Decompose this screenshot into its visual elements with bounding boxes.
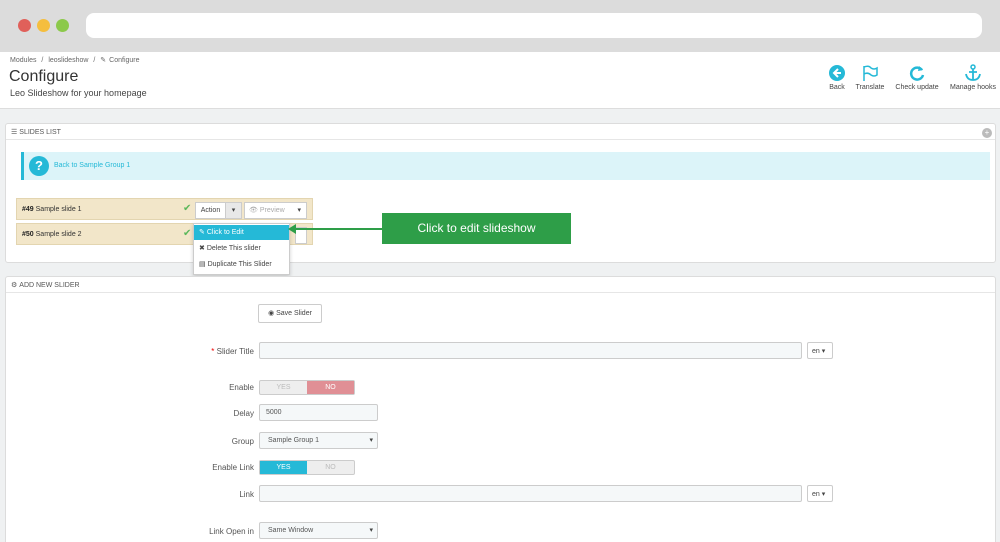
back-button[interactable]: Back [826,64,848,91]
enable-toggle[interactable]: YES NO [259,380,355,395]
flag-icon [863,65,878,81]
slides-list-title: SLIDES LIST [19,129,61,136]
collapse-icon[interactable]: + [982,128,992,138]
question-icon: ? [29,156,49,176]
page-subtitle: Leo Slideshow for your homepage [10,88,147,98]
refresh-icon [909,66,925,81]
lang-label: en [812,348,820,355]
delay-input[interactable]: 5000 [259,404,378,421]
enable-yes-option[interactable]: YES [260,381,307,394]
breadcrumb-leoslideshow[interactable]: leoslideshow [48,57,88,64]
slide-label: #50 Sample slide 2 [22,231,82,238]
check-update-button[interactable]: Check update [893,64,941,91]
slider-title-label-text: Slider Title [216,347,254,356]
maximize-window-dot[interactable] [56,19,69,32]
slider-title-lang-button[interactable]: en ▾ [807,342,833,359]
slide-name: Sample slide 1 [35,206,82,213]
admin-page: Modules / leoslideshow / ✎ Configure Conf… [0,52,1000,542]
link-input[interactable] [259,485,802,502]
group-select[interactable]: Sample Group 1 ▾ [259,432,378,449]
minimize-window-dot[interactable] [37,19,50,32]
save-slider-button[interactable]: ◉ Save Slider [258,304,322,323]
link-open-label: Link Open in [209,527,254,536]
save-slider-label: Save Slider [276,310,312,317]
slides-list-heading: ☰ SLIDES LIST [6,124,995,140]
delete-slider-label: Delete This slider [206,245,261,252]
link-lang-button[interactable]: en ▾ [807,485,833,502]
link-open-select-value: Same Window [268,527,314,534]
manage-hooks-label: Manage hooks [950,84,996,91]
enable-link-toggle[interactable]: YES NO [259,460,355,475]
info-alert: ? Back to Sample Group 1 [21,152,990,180]
translate-label: Translate [855,84,885,91]
film-icon: ▤ [199,261,206,268]
slide-name: Sample slide 2 [35,231,82,238]
check-icon[interactable]: ✔ [183,203,191,214]
duplicate-slider-label: Duplicate This Slider [207,261,272,268]
enable-no-option[interactable]: NO [307,381,354,394]
address-bar[interactable] [86,13,982,38]
slider-title-label: * Slider Title [104,347,254,356]
enable-label: Enable [229,383,254,392]
slide-id: #49 [22,206,34,213]
browser-chrome [0,0,1000,52]
back-label: Back [829,84,845,91]
save-icon: ◉ [268,310,275,317]
back-icon [829,65,845,81]
required-marker: * [211,347,215,356]
wrench-icon: ✎ [100,57,107,64]
callout-arrow-line [291,228,383,230]
close-window-dot[interactable] [18,19,31,32]
list-icon: ☰ [11,129,18,136]
slide-row[interactable]: #49 Sample slide 1 ✔ Action ▾ 👁 Preview … [16,198,313,220]
link-open-select[interactable]: Same Window ▾ [259,522,378,539]
click-to-edit-item[interactable]: ✎ Click to Edit [194,225,289,240]
eye-icon: 👁 [249,207,258,214]
breadcrumb-configure: Configure [109,57,140,64]
callout-arrow-head [288,224,296,234]
slider-title-input[interactable] [259,342,802,359]
callout-box: Click to edit slideshow [382,213,571,244]
manage-hooks-button[interactable]: Manage hooks [947,64,999,91]
edit-icon: ✎ [199,229,205,236]
breadcrumb-modules[interactable]: Modules [10,57,36,64]
back-to-group-link[interactable]: Back to Sample Group 1 [54,162,130,169]
enable-link-yes-option[interactable]: YES [260,461,307,474]
add-slider-heading: ⚙ ADD NEW SLIDER [6,277,995,293]
lang-label: en [812,491,820,498]
add-slider-title: ADD NEW SLIDER [19,282,80,289]
group-select-value: Sample Group 1 [268,437,319,444]
breadcrumb-separator: / [41,57,44,64]
action-button[interactable]: Action [195,202,226,219]
action-dropdown-toggle[interactable]: ▾ [225,202,242,219]
link-label: Link [239,490,254,499]
delete-icon: ✖ [199,245,205,252]
page-title: Configure [9,68,79,85]
duplicate-slider-item[interactable]: ▤ Duplicate This Slider [194,257,289,272]
breadcrumb: Modules / leoslideshow / ✎ Configure [10,56,143,64]
slide-id: #50 [22,231,34,238]
anchor-icon [965,64,981,81]
chevron-down-icon: ▾ [369,437,373,444]
check-icon[interactable]: ✔ [183,228,191,239]
chevron-down-icon: ▾ [297,207,301,214]
preview-label: Preview [259,207,285,214]
breadcrumb-separator: / [93,57,96,64]
click-to-edit-label: Click to Edit [206,229,244,236]
delay-label: Delay [233,409,254,418]
enable-link-no-option[interactable]: NO [307,461,354,474]
group-label: Group [231,437,254,446]
translate-button[interactable]: Translate [853,64,887,91]
enable-link-label: Enable Link [212,463,254,472]
action-dropdown-menu: ✎ Click to Edit ✖ Delete This slider ▤ D… [193,223,290,275]
check-update-label: Check update [895,84,939,91]
page-header: Modules / leoslideshow / ✎ Configure Conf… [0,52,1000,109]
cogs-icon: ⚙ [11,282,18,289]
preview-button[interactable]: 👁 Preview ▾ [244,202,307,219]
chevron-down-icon: ▾ [369,527,373,534]
delete-slider-item[interactable]: ✖ Delete This slider [194,241,289,256]
slide-label: #49 Sample slide 1 [22,206,82,213]
